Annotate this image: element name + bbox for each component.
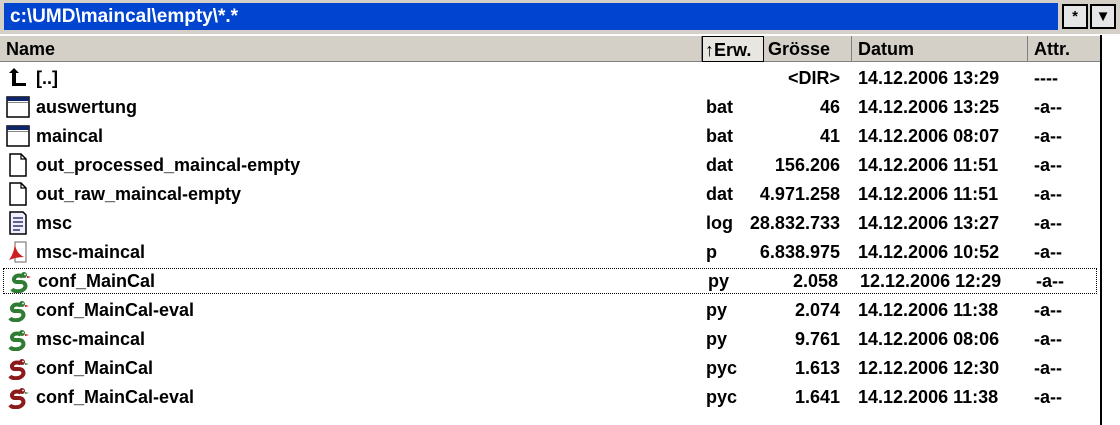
file-size: 9.761 xyxy=(794,329,840,349)
column-size[interactable]: Grösse xyxy=(764,36,852,62)
python-source-icon xyxy=(8,269,32,294)
column-attr[interactable]: Attr. xyxy=(1028,36,1100,62)
file-name: out_processed_maincal-empty xyxy=(36,155,301,175)
file-row[interactable]: out_processed_maincal-empty dat 156.206 14.… xyxy=(0,151,1100,179)
column-ext-sorted[interactable]: ↑Erw. xyxy=(702,36,764,62)
file-name: msc-maincal xyxy=(36,242,146,262)
file-date: 14.12.2006 08:07 xyxy=(858,126,1000,146)
file-row[interactable]: msc log 28.832.733 14.12.2006 13:27 -a-- xyxy=(0,209,1100,237)
file-name: msc-maincal xyxy=(36,329,146,349)
python-source-icon xyxy=(6,298,30,323)
file-attr: ---- xyxy=(1034,68,1058,88)
file-date: 14.12.2006 11:51 xyxy=(858,155,999,175)
text-file-icon xyxy=(6,211,30,235)
file-name: [..] xyxy=(36,68,58,88)
path-bar: c:\UMD\maincal\empty\*.* * ▼ xyxy=(0,0,1120,34)
file-name: auswertung xyxy=(36,97,138,117)
file-attr: -a-- xyxy=(1034,387,1062,407)
scrollbar[interactable] xyxy=(1100,35,1120,425)
file-name: conf_MainCal xyxy=(38,271,156,291)
file-attr: -a-- xyxy=(1034,184,1062,204)
file-size: 46 xyxy=(819,97,840,117)
column-date[interactable]: Datum xyxy=(852,36,1028,62)
file-date: 12.12.2006 12:30 xyxy=(858,358,1000,378)
file-date: 14.12.2006 13:27 xyxy=(858,213,1000,233)
file-row[interactable]: maincal bat 41 14.12.2006 08:07 -a-- xyxy=(0,122,1100,150)
file-row[interactable]: [..] <DIR> 14.12.2006 13:29 ---- xyxy=(0,64,1100,92)
column-name[interactable]: Name xyxy=(0,36,702,62)
file-name: maincal xyxy=(36,126,104,146)
file-date: 14.12.2006 13:25 xyxy=(858,97,1000,117)
python-compiled-icon xyxy=(6,356,30,381)
file-size: 4.971.258 xyxy=(759,184,840,204)
file-row[interactable]: auswertung bat 46 14.12.2006 13:25 -a-- xyxy=(0,93,1100,121)
file-name: conf_MainCal-eval xyxy=(36,300,195,320)
file-attr: -a-- xyxy=(1034,242,1062,262)
file-size: 41 xyxy=(819,126,840,146)
file-date: 14.12.2006 11:51 xyxy=(858,184,999,204)
file-size: 1.641 xyxy=(794,387,840,407)
file-date: 14.12.2006 11:38 xyxy=(858,300,999,320)
file-row[interactable]: conf_MainCal pyc 1.613 12.12.2006 12:30 -a-- xyxy=(0,354,1100,382)
file-size: 156.206 xyxy=(774,155,840,175)
file-date: 14.12.2006 13:29 xyxy=(858,68,1000,88)
file-size: 6.838.975 xyxy=(759,242,840,262)
batch-window-icon xyxy=(6,124,30,148)
file-name: conf_MainCal xyxy=(36,358,154,378)
file-size: 2.058 xyxy=(792,271,838,291)
file-name: conf_MainCal-eval xyxy=(36,387,195,407)
file-list: [..] <DIR> 14.12.2006 13:29 ---- auswertung b… xyxy=(0,64,1100,425)
file-name: msc xyxy=(36,213,73,233)
file-attr: -a-- xyxy=(1036,271,1064,291)
file-date: 14.12.2006 11:38 xyxy=(858,387,999,407)
file-size: <DIR> xyxy=(787,68,840,88)
file-attr: -a-- xyxy=(1034,126,1062,146)
file-row[interactable]: conf_MainCal-eval py 2.074 14.12.2006 11:38… xyxy=(0,296,1100,324)
file-attr: -a-- xyxy=(1034,213,1062,233)
parent-dir-icon xyxy=(6,66,30,90)
python-compiled-icon xyxy=(6,385,30,410)
file-date: 14.12.2006 10:52 xyxy=(858,242,1000,262)
file-row[interactable]: out_raw_maincal-empty dat 4.971.258 14.12.2… xyxy=(0,180,1100,208)
file-row[interactable]: msc-maincal p 6.838.975 14.12.2006 10:52 -a-… xyxy=(0,238,1100,266)
file-size: 2.074 xyxy=(794,300,840,320)
file-attr: -a-- xyxy=(1034,97,1062,117)
file-attr: -a-- xyxy=(1034,329,1062,349)
file-attr: -a-- xyxy=(1034,155,1062,175)
history-dropdown-button[interactable]: ▼ xyxy=(1090,4,1116,29)
file-attr: -a-- xyxy=(1034,300,1062,320)
pdf-file-icon xyxy=(6,240,30,264)
filter-star-button[interactable]: * xyxy=(1062,4,1088,29)
file-row[interactable]: msc-maincal py 9.761 14.12.2006 08:06 -a-- xyxy=(0,325,1100,353)
file-row[interactable]: conf_MainCal-eval pyc 1.641 14.12.2006 11:3… xyxy=(0,383,1100,411)
python-source-icon xyxy=(6,327,30,352)
file-row[interactable]: conf_MainCal py 2.058 12.12.2006 12:29 -a-- xyxy=(2,267,1098,295)
file-date: 14.12.2006 08:06 xyxy=(858,329,1000,349)
batch-window-icon xyxy=(6,95,30,119)
blank-file-icon xyxy=(6,182,30,206)
file-name: out_raw_maincal-empty xyxy=(36,184,242,204)
file-attr: -a-- xyxy=(1034,358,1062,378)
file-size: 1.613 xyxy=(794,358,840,378)
file-size: 28.832.733 xyxy=(749,213,840,233)
column-header: Name ↑Erw. Grösse Datum Attr. xyxy=(0,35,1100,62)
path-field[interactable]: c:\UMD\maincal\empty\*.* xyxy=(4,3,1058,30)
blank-file-icon xyxy=(6,153,30,177)
file-date: 12.12.2006 12:29 xyxy=(860,271,1002,291)
